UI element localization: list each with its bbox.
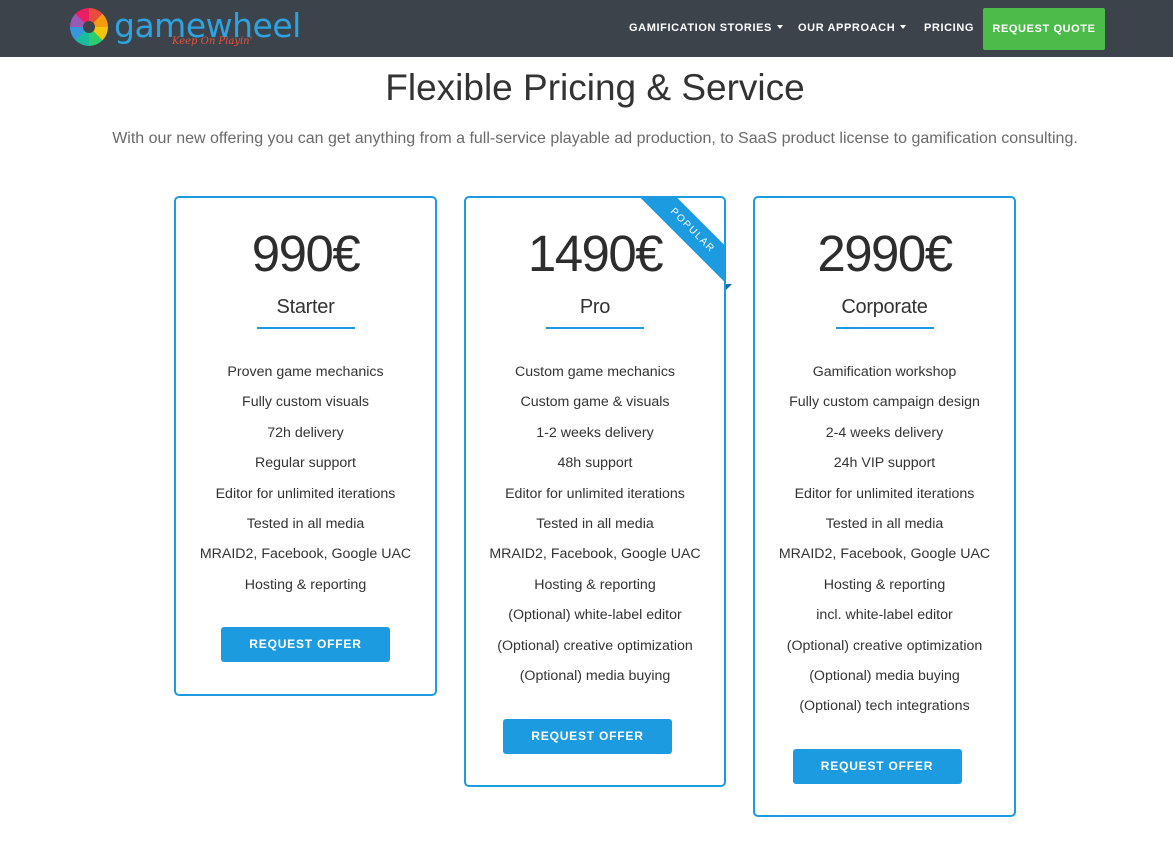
feature-item: MRAID2, Facebook, Google UAC xyxy=(778,546,991,563)
request-offer-button[interactable]: REQUEST OFFER xyxy=(792,749,962,784)
feature-item: Editor for unlimited iterations xyxy=(505,485,685,502)
feature-item: (Optional) media buying xyxy=(809,667,960,684)
caret-down-icon xyxy=(777,25,783,30)
color-wheel-icon xyxy=(70,8,108,46)
feature-item: Editor for unlimited iterations xyxy=(794,485,975,502)
plan-underline xyxy=(835,327,934,329)
request-quote-button[interactable]: REQUEST QUOTE xyxy=(983,8,1105,50)
nav-our-approach[interactable]: OUR APPROACH xyxy=(798,0,907,57)
gamewheel-logo[interactable]: gamewheel Keep On Playin' xyxy=(70,6,301,52)
plan-underline xyxy=(546,327,644,329)
feature-item: MRAID2, Facebook, Google UAC xyxy=(489,546,701,563)
feature-item: Tested in all media xyxy=(825,515,944,532)
feature-item: (Optional) tech integrations xyxy=(799,698,970,715)
logo-tagline: Keep On Playin' xyxy=(172,36,253,47)
nav-pricing[interactable]: PRICING xyxy=(924,0,974,57)
feature-item: Tested in all media xyxy=(246,515,365,532)
plan-name: Pro xyxy=(579,296,611,318)
feature-item: (Optional) white-label editor xyxy=(508,607,682,624)
feature-list: Custom game mechanics Custom game & visu… xyxy=(466,361,724,695)
nav-gamification-stories[interactable]: GAMIFICATION STORIES xyxy=(629,0,783,57)
feature-item: Gamification workshop xyxy=(812,364,957,380)
nav-item-label: GAMIFICATION STORIES xyxy=(629,22,772,34)
feature-list: Gamification workshop Fully custom campa… xyxy=(755,361,1014,726)
feature-item: Hosting & reporting xyxy=(244,576,367,593)
plan-underline xyxy=(256,327,355,329)
page-title: Flexible Pricing & Service xyxy=(385,67,805,108)
pricing-card-corporate: 2990€ Corporate Gamification workshop Fu… xyxy=(753,196,1016,817)
feature-item: Custom game & visuals xyxy=(520,394,670,411)
feature-item: 1-2 weeks delivery xyxy=(536,424,654,441)
feature-item: Fully custom campaign design xyxy=(789,394,980,411)
plan-name: Corporate xyxy=(841,296,928,318)
feature-item: Regular support xyxy=(255,455,356,472)
request-offer-button[interactable]: REQUEST OFFER xyxy=(503,719,672,754)
page-subtitle: With our new offering you can get anythi… xyxy=(112,130,1078,147)
nav-item-label: PRICING xyxy=(924,22,975,34)
feature-item: Editor for unlimited iterations xyxy=(215,485,396,502)
feature-item: Tested in all media xyxy=(536,515,654,532)
feature-item: 48h support xyxy=(557,455,633,472)
ribbon-fold xyxy=(726,284,732,290)
feature-item: (Optional) creative optimization xyxy=(786,637,983,654)
top-navbar: gamewheel Keep On Playin' GAMIFICATION S… xyxy=(0,0,1173,57)
feature-item: 2-4 weeks delivery xyxy=(825,424,944,441)
feature-item: 24h VIP support xyxy=(833,455,936,472)
plan-name: Starter xyxy=(276,296,335,318)
feature-item: Hosting & reporting xyxy=(534,576,656,593)
plan-price: 2990€ xyxy=(817,225,953,282)
feature-item: MRAID2, Facebook, Google UAC xyxy=(199,546,412,563)
feature-item: Fully custom visuals xyxy=(242,394,369,411)
plan-price: 1490€ xyxy=(527,225,664,282)
request-offer-button[interactable]: REQUEST OFFER xyxy=(221,627,390,662)
plan-price: 990€ xyxy=(251,225,361,282)
feature-item: Custom game mechanics xyxy=(514,364,676,380)
feature-item: incl. white-label editor xyxy=(816,607,953,624)
pricing-card-pro: POPULAR 1490€ Pro Custom game mechanics … xyxy=(464,196,726,787)
pricing-card-starter: 990€ Starter Proven game mechanics Fully… xyxy=(174,196,437,696)
feature-item: (Optional) creative optimization xyxy=(497,637,693,654)
feature-list: Proven game mechanics Fully custom visua… xyxy=(176,361,435,604)
feature-item: Proven game mechanics xyxy=(227,364,384,380)
feature-item: Hosting & reporting xyxy=(823,576,946,593)
feature-item: 72h delivery xyxy=(267,424,344,441)
caret-down-icon xyxy=(900,25,907,30)
nav-item-label: OUR APPROACH xyxy=(798,22,896,34)
feature-item: (Optional) media buying xyxy=(519,667,671,684)
